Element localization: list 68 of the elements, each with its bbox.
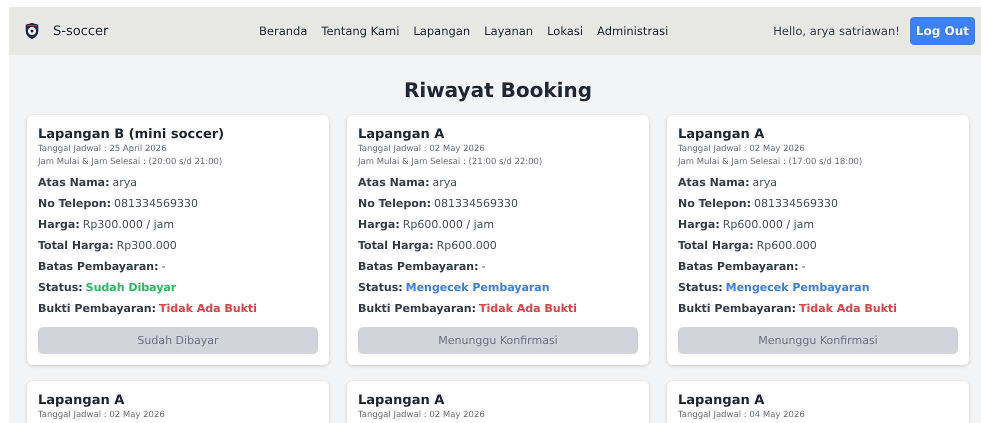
field-label: Bukti Pembayaran: [358,302,476,315]
field-value: 081334569330 [754,197,838,210]
schedule-date: Tanggal Jadwal : 25 April 2026 [38,143,168,156]
field-name: Lapangan A [38,393,126,409]
field-value: arya [432,176,457,189]
field-name: Lapangan A [358,127,446,143]
nav-link[interactable]: Lapangan [413,24,470,38]
field-value: - [161,260,166,273]
field-value: Rp600.000 [756,239,817,252]
field-value: Rp600.000 [436,239,497,252]
greeting-text: Hello, arya satriawan! [773,24,900,38]
field-label: Status: [678,281,723,294]
field-label: Status: [358,281,403,294]
field-name: Lapangan A [678,127,766,143]
schedule-date: Tanggal Jadwal : 02 May 2026 [678,143,806,156]
nav-link[interactable]: Administrasi [597,24,668,38]
field-label: Total Harga: [38,239,114,252]
schedule-time: Jam Mulai & Jam Selesai : (20:00 s/d 21:00) [38,156,224,169]
field-label: No Telepon: [678,197,751,210]
nav-link[interactable]: Lokasi [547,24,584,38]
schedule-date: Tanggal Jadwal : 04 May 2026 [678,409,806,422]
schedule-date: Tanggal Jadwal : 02 May 2026 [38,409,166,422]
field-value: Tidak Ada Bukti [799,302,897,315]
field-name: Lapangan A [678,393,766,409]
field-value: Mengecek Pembayaran [406,281,550,294]
field-label: Harga: [358,218,400,231]
field-value: Tidak Ada Bukti [159,302,257,315]
field-label: Atas Nama: [38,176,110,189]
field-value: Rp600.000 / jam [402,218,494,231]
field-name: Lapangan B (mini soccer) [38,127,226,143]
schedule-time: Jam Mulai & Jam Selesai : (21:00 s/d 22:00) [358,156,544,169]
field-label: No Telepon: [38,197,111,210]
field-value: - [481,260,486,273]
field-value: Rp600.000 / jam [722,218,814,231]
brand-name[interactable]: S-soccer [53,24,108,38]
field-label: Atas Nama: [678,176,750,189]
schedule-time: Jam Mulai & Jam Selesai : (17:00 s/d 18:00) [678,156,864,169]
field-label: Total Harga: [678,239,754,252]
shield-logo-icon[interactable] [23,22,41,40]
field-value: - [801,260,806,273]
nav-link[interactable]: Beranda [259,24,308,38]
field-label: Harga: [38,218,80,231]
field-label: Status: [38,281,83,294]
field-label: Bukti Pembayaran: [678,302,796,315]
field-value: 081334569330 [434,197,518,210]
nav-link[interactable]: Tentang Kami [321,24,400,38]
field-label: No Telepon: [358,197,431,210]
field-value: arya [752,176,777,189]
field-value: Rp300.000 [116,239,177,252]
field-label: Total Harga: [358,239,434,252]
field-value: Mengecek Pembayaran [726,281,870,294]
field-value: Sudah Dibayar [86,281,176,294]
field-label: Batas Pembayaran: [38,260,158,273]
field-value: 081334569330 [114,197,198,210]
field-name: Lapangan A [358,393,446,409]
page-title: Riwayat Booking [402,77,594,104]
field-label: Bukti Pembayaran: [38,302,156,315]
schedule-date: Tanggal Jadwal : 02 May 2026 [358,409,486,422]
field-label: Harga: [678,218,720,231]
field-value: Tidak Ada Bukti [479,302,577,315]
field-label: Batas Pembayaran: [358,260,478,273]
field-value: arya [112,176,137,189]
nav-link[interactable]: Layanan [484,24,534,38]
schedule-date: Tanggal Jadwal : 02 May 2026 [358,143,486,156]
logout-button[interactable]: Log Out [910,17,975,45]
field-value: Rp300.000 / jam [82,218,174,231]
field-label: Batas Pembayaran: [678,260,798,273]
field-label: Atas Nama: [358,176,430,189]
